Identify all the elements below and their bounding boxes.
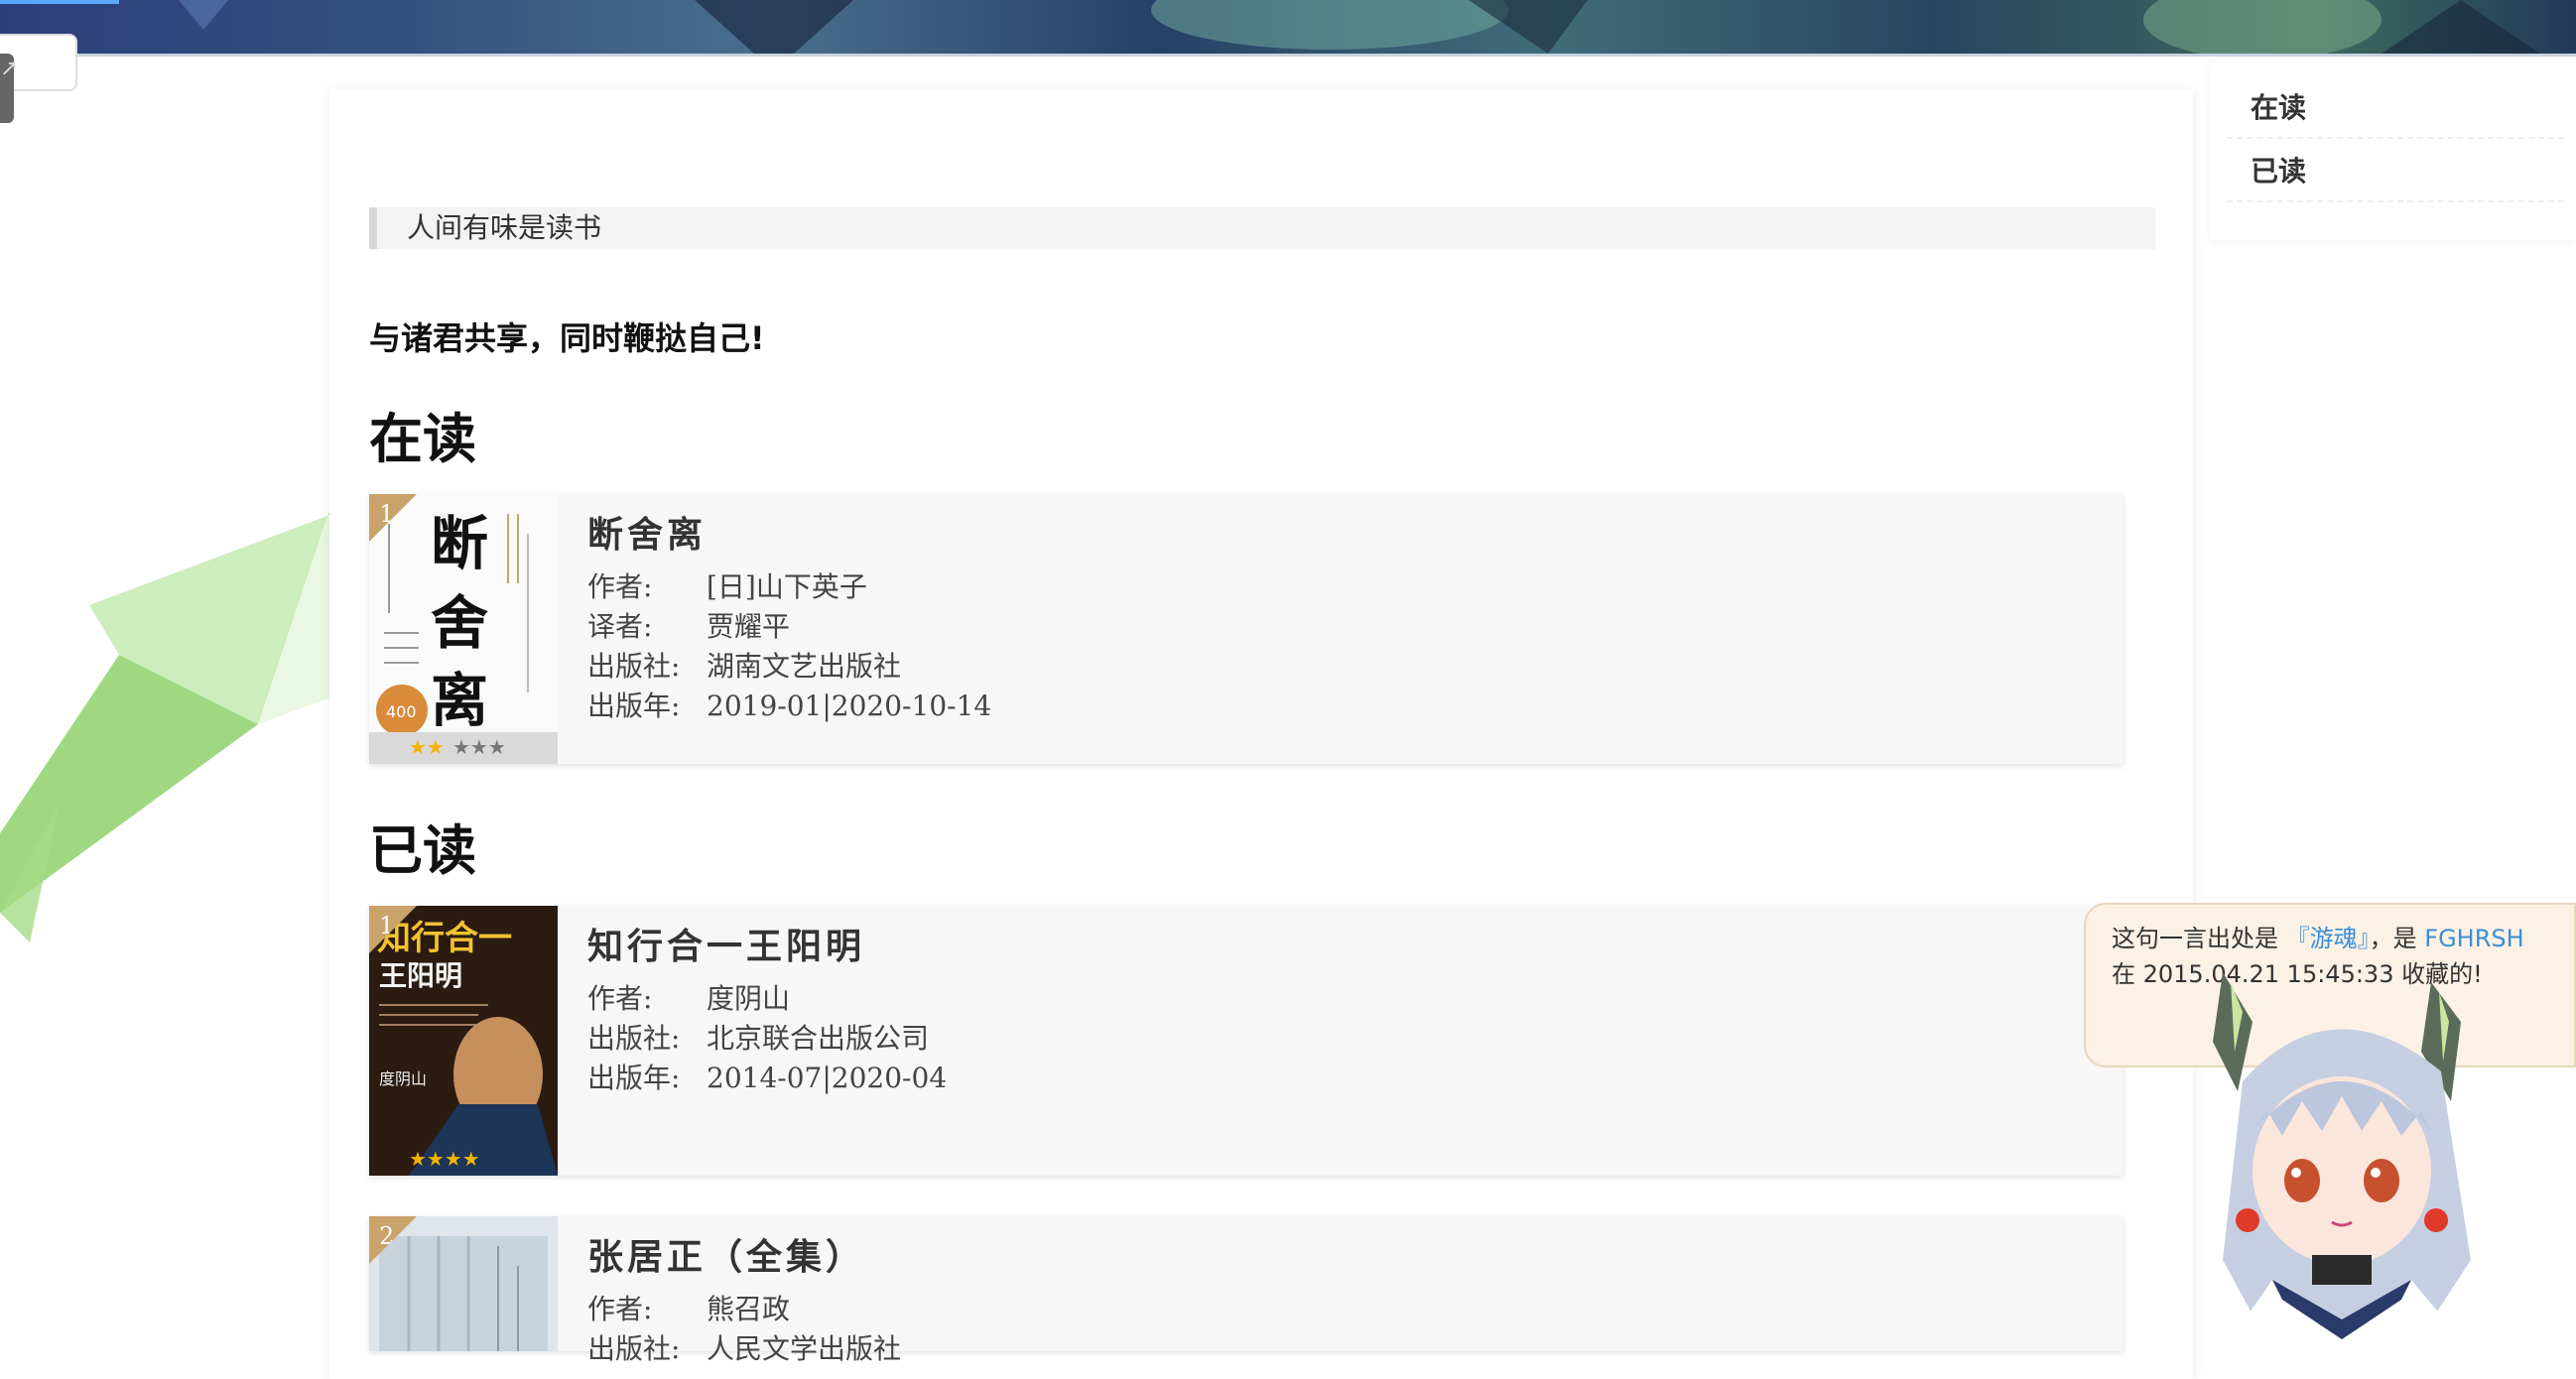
- cover-text: 王阳明: [379, 959, 462, 992]
- field-label: 出版社:: [587, 1022, 681, 1055]
- book-cover-art: 断 舍 离 400 ★★ ★★★: [369, 494, 558, 764]
- book-translator: 译者: 贾耀平: [587, 605, 790, 645]
- speech-text: ，是: [2369, 925, 2425, 952]
- book-cover-art: [369, 1216, 558, 1351]
- field-value: 熊召政: [707, 1293, 791, 1325]
- speech-source-link[interactable]: 『游魂』: [2286, 925, 2370, 952]
- svg-text:★★★: ★★★: [452, 735, 506, 759]
- field-label: 作者:: [587, 1293, 653, 1325]
- book-cover[interactable]: 断 舍 离 400 ★★ ★★★ 1: [369, 494, 558, 764]
- top-banner: [0, 0, 2576, 57]
- toc-item-reading[interactable]: 在读: [2227, 77, 2564, 139]
- corner-arrow-icon: ↗: [0, 56, 19, 80]
- cover-author-text: 度阴山: [379, 1069, 427, 1088]
- book-card[interactable]: 2 张居正（全集） 作者: 熊召政 出版社: 人民文学出版社: [369, 1216, 2124, 1365]
- section-heading-read: 已读: [369, 819, 476, 882]
- field-value: 北京联合出版公司: [707, 1022, 930, 1055]
- speech-text: 这句一言出处是: [2112, 925, 2286, 952]
- table-of-contents: 在读 已读: [2211, 62, 2576, 240]
- field-value: 度阴山: [707, 982, 791, 1015]
- field-label: 出版社:: [587, 650, 681, 683]
- cover-text: 离: [431, 667, 488, 734]
- field-label: 出版社:: [587, 1332, 681, 1365]
- book-title[interactable]: 张居正（全集）: [587, 1228, 865, 1280]
- cover-text: 舍: [431, 589, 488, 657]
- field-label: 作者:: [587, 982, 653, 1015]
- book-title[interactable]: 知行合一王阳明: [587, 918, 865, 969]
- mascot-character[interactable]: [2183, 962, 2576, 1351]
- book-cover[interactable]: 知行合一 王阳明 度阴山 ★★★★ 1: [369, 906, 558, 1176]
- field-label: 出版年:: [587, 690, 681, 722]
- toc-item-read[interactable]: 已读: [2227, 141, 2564, 202]
- blockquote: 人间有味是读书: [369, 207, 2155, 249]
- book-author: 作者: 度阴山: [587, 977, 790, 1017]
- book-title[interactable]: 断舍离: [587, 506, 707, 558]
- book-author: 作者: 熊召政: [587, 1288, 790, 1327]
- banner-decoration: [179, 0, 2540, 54]
- field-value: 湖南文艺出版社: [707, 650, 902, 683]
- book-pub-year: 出版年: 2014-07|2020-04: [587, 1057, 947, 1096]
- book-card[interactable]: 知行合一 王阳明 度阴山 ★★★★ 1 知行合一王阳明 作者: 度阴山 出版社: 北…: [369, 906, 2124, 1176]
- speech-user-link[interactable]: FGHRSH: [2424, 925, 2523, 952]
- field-value: 2019-01|2020-10-14: [707, 690, 992, 722]
- book-pub-year: 出版年: 2019-01|2020-10-14: [587, 685, 991, 724]
- field-value: 贾耀平: [707, 610, 791, 643]
- book-publisher: 出版社: 湖南文艺出版社: [587, 645, 901, 685]
- book-publisher: 出版社: 北京联合出版公司: [587, 1017, 929, 1057]
- field-value: [日]山下英子: [707, 570, 867, 603]
- field-label: 出版年:: [587, 1062, 681, 1094]
- field-value: 人民文学出版社: [707, 1332, 902, 1365]
- svg-text:★★★★: ★★★★: [409, 1147, 480, 1171]
- field-label: 作者:: [587, 570, 653, 603]
- field-label: 译者:: [587, 610, 653, 643]
- book-author: 作者: [日]山下英子: [587, 565, 867, 605]
- section-heading-reading: 在读: [369, 408, 476, 470]
- book-cover[interactable]: 2: [369, 1216, 558, 1351]
- motto-text: 与诸君共享，同时鞭挞自己!: [369, 319, 765, 357]
- field-value: 2014-07|2020-04: [707, 1062, 948, 1094]
- book-cover-art: 知行合一 王阳明 度阴山 ★★★★: [369, 906, 558, 1176]
- book-card[interactable]: 断 舍 离 400 ★★ ★★★ 1 断舍离 作者: [日]山下英子 译者: 贾耀平…: [369, 494, 2124, 764]
- book-publisher: 出版社: 人民文学出版社: [587, 1327, 901, 1367]
- cover-text: 断: [431, 510, 488, 577]
- svg-text:★★: ★★: [409, 735, 445, 759]
- cover-badge-text: 400: [386, 702, 417, 721]
